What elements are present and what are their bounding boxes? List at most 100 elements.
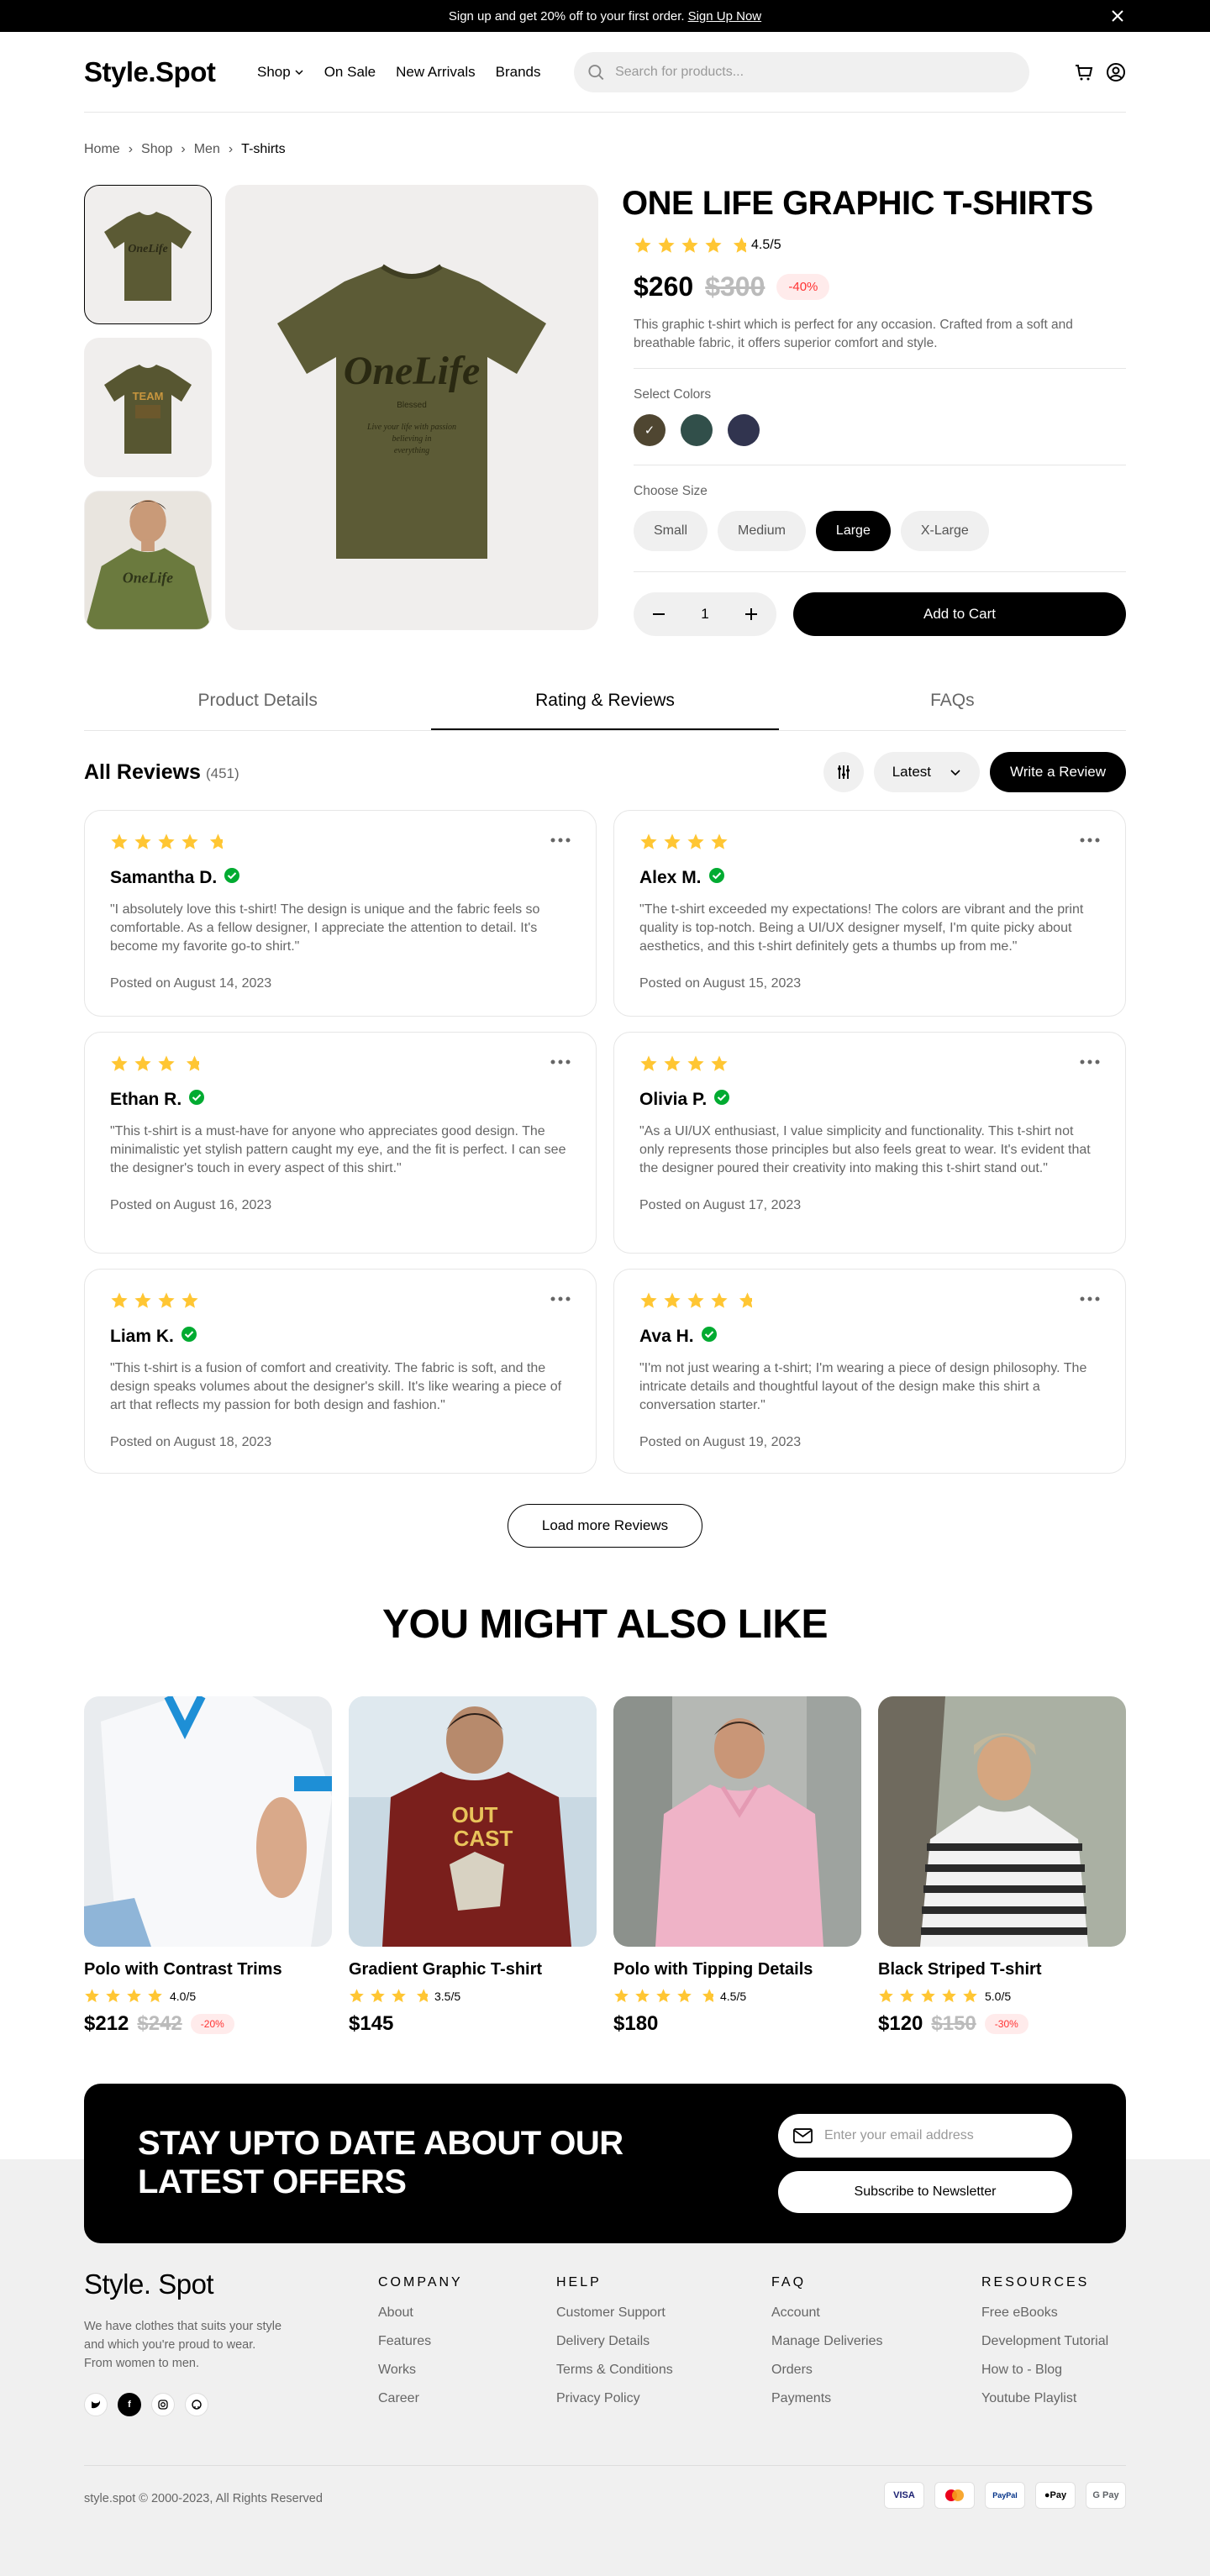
footer-link[interactable]: Youtube Playlist — [981, 2391, 1108, 2406]
footer-link[interactable]: Works — [378, 2363, 463, 2378]
star-icon — [942, 1989, 956, 2003]
twitter-icon[interactable] — [84, 2393, 108, 2416]
footer-link[interactable]: Privacy Policy — [556, 2391, 673, 2406]
nav-new-arrivals[interactable]: New Arrivals — [396, 64, 475, 81]
star-icon — [134, 833, 151, 849]
size-large[interactable]: Large — [815, 511, 891, 551]
star-icon — [148, 1989, 162, 2003]
star-icon — [350, 1989, 364, 2003]
more-icon[interactable] — [1080, 1059, 1100, 1065]
review-text: "This t-shirt is a fusion of comfort and… — [110, 1361, 562, 1412]
review-card: Samantha D. "I absolutely love this t-sh… — [84, 810, 597, 1017]
star-rating — [639, 833, 729, 851]
footer-column-resources: RESOURCES Free eBooks Development Tutori… — [981, 2275, 1108, 2420]
size-x-large[interactable]: X-Large — [900, 511, 989, 551]
star-icon — [111, 1055, 128, 1071]
star-icon — [963, 1989, 977, 2003]
product-card[interactable]: Polo with Tipping Details 4.5/5 $180 — [613, 1696, 861, 2036]
footer-link[interactable]: Payments — [771, 2391, 883, 2406]
more-icon[interactable] — [550, 1296, 571, 1301]
footer-link[interactable]: Account — [771, 2305, 883, 2321]
add-to-cart-button[interactable]: Add to Cart — [793, 592, 1126, 636]
product-tabs: Product Details Rating & Reviews FAQs — [84, 681, 1126, 731]
footer-link[interactable]: Free eBooks — [981, 2305, 1108, 2321]
footer-link[interactable]: Development Tutorial — [981, 2334, 1108, 2349]
review-text: "This t-shirt is a must-have for anyone … — [110, 1124, 566, 1175]
product-card[interactable]: Black Striped T-shirt 5.0/5 $120 $150 -30% — [878, 1696, 1126, 2036]
thumbnail-back[interactable]: TEAM — [84, 338, 212, 477]
write-review-button[interactable]: Write a Review — [990, 752, 1126, 792]
size-medium[interactable]: Medium — [718, 511, 806, 551]
verified-icon — [713, 1089, 730, 1111]
search-bar[interactable] — [574, 51, 1030, 92]
product-rating: 3.5/5 — [349, 1988, 597, 2004]
size-small[interactable]: Small — [634, 511, 708, 551]
paypal-label: PayPal — [992, 2491, 1018, 2500]
price-row: $260 $300 -40% — [634, 271, 1126, 302]
minus-icon[interactable] — [650, 606, 667, 623]
footer-link[interactable]: Customer Support — [556, 2305, 673, 2321]
footer-logo[interactable]: Style. Spot — [84, 2268, 286, 2300]
sliders-icon — [837, 765, 850, 779]
cart-icon[interactable] — [1074, 62, 1094, 82]
svg-text:CAST: CAST — [454, 1826, 513, 1851]
thumbnail-model[interactable]: OneLife — [84, 491, 212, 630]
breadcrumb-home[interactable]: Home — [84, 142, 120, 157]
copyright: style.spot © 2000-2023, All Rights Reser… — [84, 2492, 323, 2505]
review-date: Posted on August 15, 2023 — [639, 976, 802, 991]
more-icon[interactable] — [550, 1059, 571, 1065]
tab-faqs[interactable]: FAQs — [779, 681, 1126, 730]
tshirt-thumbnail-image: OneLife — [104, 212, 192, 301]
apple-pay-icon: ● Pay — [1035, 2482, 1076, 2509]
footer-column-help: HELP Customer Support Delivery Details T… — [556, 2275, 673, 2420]
email-input[interactable] — [823, 2128, 1057, 2143]
product-rating: 4.5/5 — [634, 236, 1126, 255]
footer-link[interactable]: Delivery Details — [556, 2334, 673, 2349]
rating-text: 5.0/5 — [985, 1989, 1012, 2003]
logo[interactable]: Style.Spot — [84, 56, 257, 88]
star-icon — [900, 1989, 914, 2003]
filter-button[interactable] — [823, 752, 864, 792]
product-name: Black Striped T-shirt — [878, 1960, 1042, 1979]
plus-icon[interactable] — [743, 606, 760, 623]
nav-brands[interactable]: Brands — [496, 64, 541, 81]
footer-link[interactable]: Features — [378, 2334, 463, 2349]
nav-shop[interactable]: Shop — [257, 64, 304, 81]
breadcrumb-shop[interactable]: Shop — [141, 142, 172, 157]
footer-link[interactable]: Terms & Conditions — [556, 2363, 673, 2378]
color-swatch-navy[interactable] — [728, 414, 760, 446]
footer-link[interactable]: How to - Blog — [981, 2363, 1108, 2378]
thumbnail-front[interactable]: OneLife — [84, 185, 212, 324]
tab-product-details[interactable]: Product Details — [84, 681, 431, 730]
more-icon[interactable] — [550, 838, 571, 843]
github-icon[interactable] — [185, 2393, 208, 2416]
footer-link[interactable]: About — [378, 2305, 463, 2321]
color-swatch-olive[interactable]: ✓ — [634, 414, 666, 446]
tab-rating-reviews[interactable]: Rating & Reviews — [431, 681, 779, 730]
close-icon[interactable] — [1109, 8, 1126, 24]
instagram-icon[interactable] — [151, 2393, 175, 2416]
footer-link[interactable]: Manage Deliveries — [771, 2334, 883, 2349]
footer-column-title: COMPANY — [378, 2275, 463, 2289]
account-icon[interactable] — [1106, 62, 1126, 82]
star-icon — [634, 237, 651, 253]
product-card[interactable]: Polo with Contrast Trims 4.0/5 $212 $242-… — [84, 1696, 332, 2036]
signup-link[interactable]: Sign Up Now — [688, 9, 762, 24]
search-input[interactable] — [615, 64, 1017, 80]
footer-link[interactable]: Career — [378, 2391, 463, 2406]
breadcrumb-men[interactable]: Men — [194, 142, 220, 157]
color-swatch-teal[interactable] — [681, 414, 713, 446]
newsletter-email-field[interactable] — [778, 2114, 1072, 2158]
star-icon — [371, 1989, 385, 2003]
subscribe-button[interactable]: Subscribe to Newsletter — [778, 2171, 1072, 2213]
load-more-button[interactable]: Load more Reviews — [508, 1504, 702, 1548]
more-icon[interactable] — [1080, 838, 1100, 843]
sort-dropdown[interactable]: Latest — [873, 752, 980, 792]
more-icon[interactable] — [1080, 1296, 1100, 1301]
cart-row: 1 Add to Cart — [634, 592, 1126, 636]
footer-link[interactable]: Orders — [771, 2363, 883, 2378]
nav-on-sale[interactable]: On Sale — [324, 64, 376, 81]
reviewer-name: Alex M. — [639, 867, 1100, 889]
facebook-icon[interactable]: f — [118, 2393, 141, 2416]
product-card[interactable]: OUT CAST Gradient Graphic T-shirt 3.5/5 $… — [349, 1696, 597, 2036]
